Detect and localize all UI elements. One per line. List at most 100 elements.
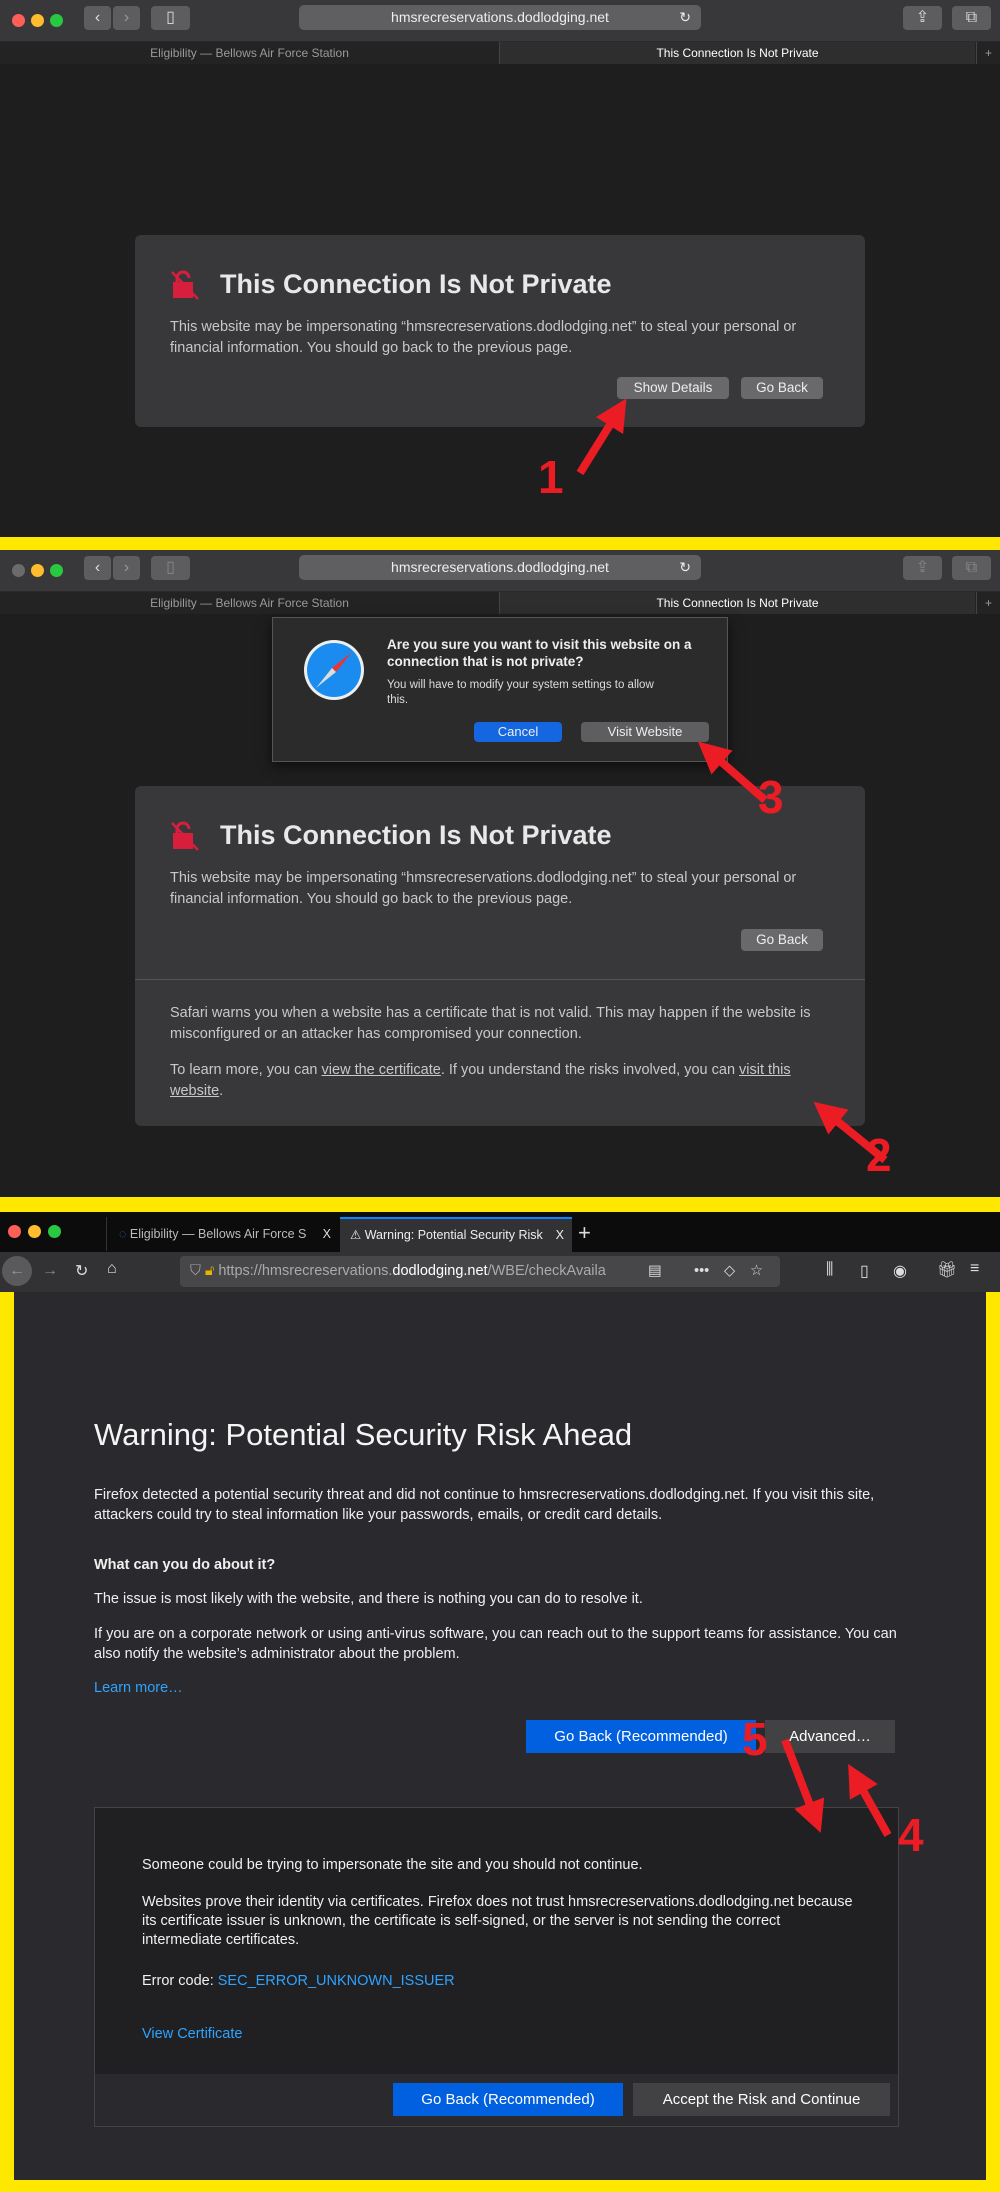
broken-lock-icon <box>171 821 199 851</box>
new-tab-button[interactable]: + <box>976 592 1000 614</box>
library-icon[interactable]: ⫼ <box>826 1261 833 1279</box>
sidebar-icon[interactable]: ▯ <box>151 556 190 580</box>
account-icon[interactable]: ◉ <box>893 1261 907 1281</box>
tab-not-private[interactable]: This Connection Is Not Private <box>499 42 975 64</box>
back-button[interactable]: ← <box>2 1256 32 1286</box>
what-heading: What can you do about it? <box>94 1557 276 1573</box>
forward-button[interactable]: › <box>113 556 140 580</box>
what-text-1: The issue is most likely with the websit… <box>94 1591 643 1607</box>
address-bar[interactable]: ⛉ 🔓︎ https://hmsrecreservations.dodlodgi… <box>180 1256 780 1287</box>
view-certificate-link[interactable]: view the certificate <box>322 1062 441 1078</box>
error-code-link[interactable]: SEC_ERROR_UNKNOWN_ISSUER <box>218 1973 455 1989</box>
share-icon[interactable]: ⇪ <box>903 6 942 30</box>
go-back-button[interactable]: Go Back <box>741 377 823 399</box>
home-icon[interactable]: ⌂ <box>107 1260 117 1278</box>
not-private-dialog: This Connection Is Not Private This webs… <box>135 235 865 427</box>
go-back-recommended-button[interactable]: Go Back (Recommended) <box>526 1720 756 1753</box>
bookmark-star-icon[interactable]: ☆ <box>750 1256 763 1287</box>
reload-icon[interactable]: ↻ <box>679 555 691 580</box>
new-tab-button[interactable]: + <box>578 1220 591 1246</box>
nav-toolbar: ← → ↻ ⌂ ⛉ 🔓︎ https://hmsrecreservations.… <box>0 1252 1000 1292</box>
go-back-button[interactable]: Go Back <box>741 929 823 951</box>
share-icon[interactable]: ⇪ <box>903 556 942 580</box>
new-tab-button[interactable]: + <box>976 42 1000 64</box>
visit-website-button[interactable]: Visit Website <box>581 722 709 742</box>
address-bar[interactable]: hmsrecreservations.dodlodging.net ↻ <box>299 555 701 580</box>
safari-step-panel-2: ‹ › ▯ hmsrecreservations.dodlodging.net ↻… <box>0 550 1000 1197</box>
favicon-icon: ◌ <box>119 1227 130 1241</box>
zoom-window-button[interactable] <box>50 14 63 27</box>
minimize-window-button[interactable] <box>31 564 44 577</box>
close-window-button[interactable] <box>12 14 25 27</box>
zoom-window-button[interactable] <box>48 1225 61 1238</box>
page-title: Warning: Potential Security Risk Ahead <box>94 1417 633 1452</box>
safari-toolbar: ‹ › ▯ hmsrecreservations.dodlodging.net ↻… <box>0 0 1000 42</box>
annotation-label-1: 1 <box>538 451 564 503</box>
page-actions-icon[interactable]: ••• <box>694 1256 709 1287</box>
error-label: Error code: <box>142 1973 218 1989</box>
visit-confirm-alert: Are you sure you want to visit this webs… <box>272 617 728 762</box>
close-window-button[interactable] <box>8 1225 21 1238</box>
cancel-button[interactable]: Cancel <box>474 722 562 742</box>
sidebar-icon[interactable]: ▯ <box>860 1261 869 1281</box>
error-code-text: Error code: SEC_ERROR_UNKNOWN_ISSUER <box>142 1971 942 1991</box>
text: . <box>219 1083 224 1099</box>
minimize-window-button[interactable] <box>28 1225 41 1238</box>
page-title: This Connection Is Not Private <box>220 820 612 850</box>
forward-button[interactable]: › <box>113 6 140 30</box>
tab-warning[interactable]: ⚠ Warning: Potential Security Risk X <box>340 1217 572 1252</box>
zoom-window-button[interactable] <box>50 564 63 577</box>
url-text: https://hmsrecreservations. <box>218 1263 393 1279</box>
tabs-overview-icon[interactable]: ⧉ <box>952 6 991 30</box>
tab-label: Warning: Potential Security Risk <box>364 1228 543 1242</box>
address-bar[interactable]: hmsrecreservations.dodlodging.net ↻ <box>299 5 701 30</box>
url-text: hmsrecreservations.dodlodging.net <box>391 559 609 575</box>
tab-eligibility[interactable]: Eligibility — Bellows Air Force Station <box>0 592 499 614</box>
sidebar-icon[interactable]: ▯ <box>151 6 190 30</box>
annotation-label-5: 5 <box>742 1713 768 1765</box>
back-button[interactable]: ‹ <box>84 6 111 30</box>
firefox-step-panel: ◌ Eligibility — Bellows Air Force S X ⚠ … <box>0 1212 1000 1292</box>
advanced-button[interactable]: Advanced… <box>765 1720 895 1753</box>
view-certificate-link[interactable]: View Certificate <box>142 2024 242 2044</box>
text: To learn more, you can <box>170 1062 322 1078</box>
back-button[interactable]: ‹ <box>84 556 111 580</box>
firefox-warning-page: Warning: Potential Security Risk Ahead F… <box>14 1292 986 2180</box>
menu-icon[interactable]: ≡ <box>970 1260 979 1278</box>
insecure-lock-icon[interactable]: 🔓︎ <box>205 1263 214 1279</box>
shield-icon[interactable]: ⛉ <box>190 1263 201 1279</box>
forward-button[interactable]: → <box>42 1262 58 1280</box>
reload-icon[interactable]: ↻ <box>679 5 691 30</box>
annotation-label-4: 4 <box>898 1809 924 1861</box>
go-back-recommended-button[interactable]: Go Back (Recommended) <box>393 2083 623 2116</box>
alert-title: Are you sure you want to visit this webs… <box>387 637 692 669</box>
tab-eligibility[interactable]: ◌ Eligibility — Bellows Air Force S X <box>106 1217 339 1251</box>
whats-new-icon[interactable]: 🎁︎ <box>937 1260 957 1280</box>
minimize-window-button[interactable] <box>31 14 44 27</box>
intro-text: Firefox detected a potential security th… <box>94 1487 875 1523</box>
reload-icon[interactable]: ↻ <box>75 1261 88 1281</box>
tabs-overview-icon[interactable]: ⧉ <box>952 556 991 580</box>
close-tab-icon[interactable]: X <box>552 1219 564 1251</box>
close-tab-icon[interactable]: X <box>323 1217 331 1251</box>
reader-view-icon[interactable]: ▤ <box>648 1256 662 1287</box>
warning-text: This website may be impersonating “hmsre… <box>170 870 797 907</box>
accept-risk-button[interactable]: Accept the Risk and Continue <box>633 2083 890 2116</box>
url-text: hmsrecreservations.dodlodging.net <box>391 9 609 25</box>
pocket-icon[interactable]: ◇ <box>724 1256 735 1287</box>
show-details-button[interactable]: Show Details <box>617 377 729 399</box>
warning-icon: ⚠ <box>350 1228 365 1242</box>
url-path: /WBE/checkAvaila <box>487 1263 606 1279</box>
annotation-label-2: 2 <box>866 1129 892 1181</box>
learn-more-link[interactable]: Learn more… <box>94 1678 183 1698</box>
safari-step-panel-1: ‹ › ▯ hmsrecreservations.dodlodging.net ↻… <box>0 0 1000 537</box>
tab-eligibility[interactable]: Eligibility — Bellows Air Force Station <box>0 42 499 64</box>
advanced-footer: Go Back (Recommended) Accept the Risk an… <box>95 2074 898 2126</box>
tab-not-private[interactable]: This Connection Is Not Private <box>499 592 975 614</box>
not-private-dialog: This Connection Is Not Private This webs… <box>135 786 865 1126</box>
warning-text: This website may be impersonating “hmsre… <box>170 319 797 356</box>
annotation-label-3: 3 <box>758 771 784 823</box>
tab-bar: Eligibility — Bellows Air Force Station … <box>0 592 1000 614</box>
advanced-panel: Someone could be trying to impersonate t… <box>94 1807 899 2127</box>
close-window-button[interactable] <box>12 564 25 577</box>
